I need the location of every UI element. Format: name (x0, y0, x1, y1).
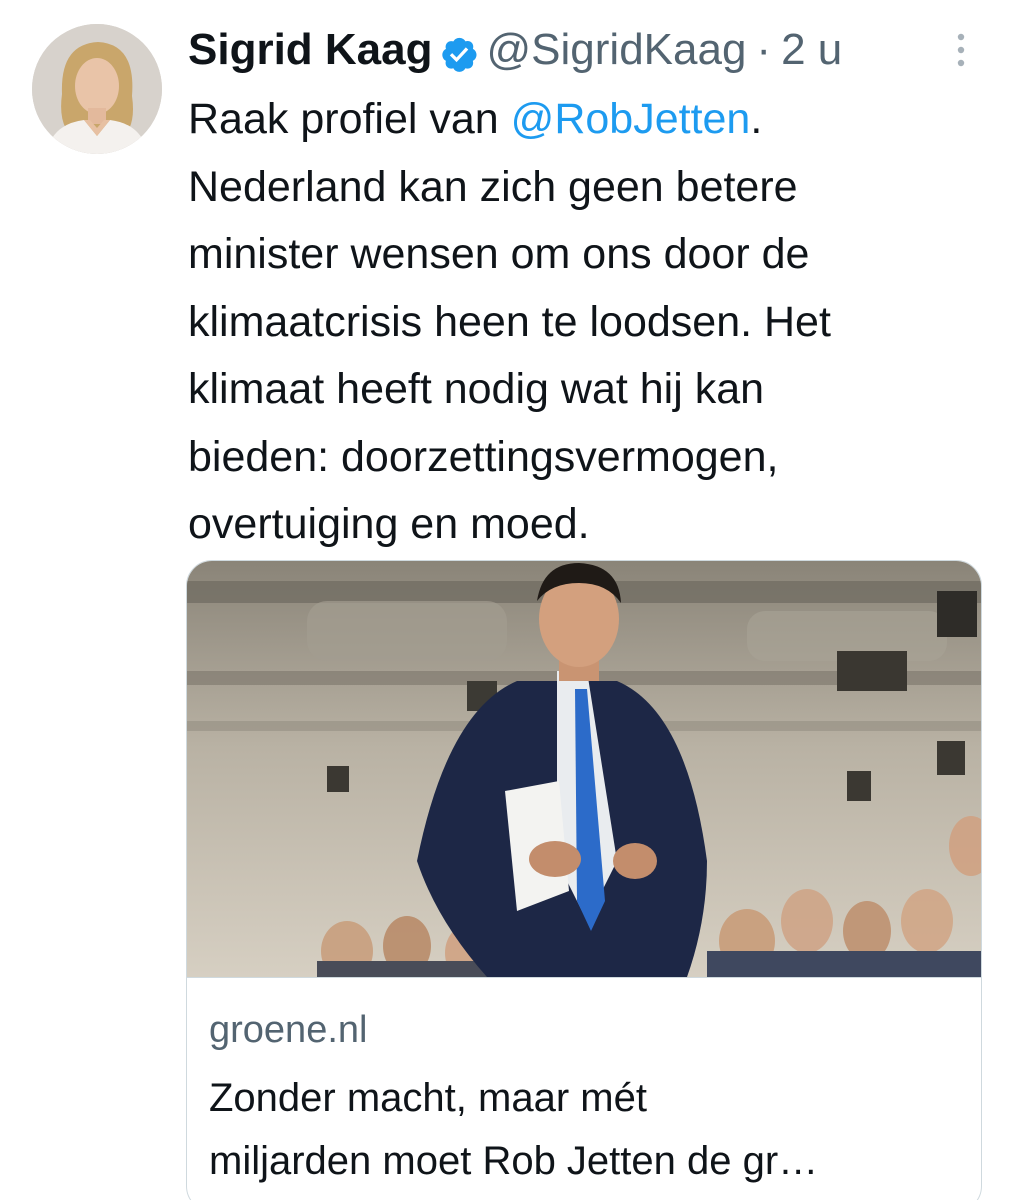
mention-link[interactable]: @RobJetten (511, 95, 751, 143)
avatar[interactable] (32, 24, 162, 154)
tweet-line: Nederland kan zich geen betere (188, 162, 798, 211)
more-vertical-icon[interactable] (954, 32, 968, 68)
tweet-text-segment: Raak profiel van (188, 95, 511, 143)
verified-badge-icon (439, 30, 479, 72)
tweet-line: minister wensen om ons door de (188, 230, 810, 278)
tweet[interactable]: Sigrid Kaag @SigridKaag · 2 u Raak profi… (0, 0, 1009, 1200)
tweet-line: overtuiging en moed. (188, 500, 590, 548)
card-title[interactable]: Zonder macht, maar mét miljarden moet Ro… (209, 1067, 969, 1193)
tweet-text: Raak profiel van @RobJetten. Nederland k… (188, 86, 978, 559)
card-title-line: miljarden moet Rob Jetten de gr… (209, 1139, 819, 1183)
author-name[interactable]: Sigrid Kaag (188, 20, 433, 80)
tweet-line: klimaat heeft nodig wat hij kan (188, 365, 765, 413)
author-handle[interactable]: @SigridKaag (487, 20, 747, 80)
tweet-header: Sigrid Kaag @SigridKaag · 2 u (188, 20, 842, 80)
tweet-line: klimaatcrisis heen te loodsen. Het (188, 297, 831, 346)
separator-dot: · (756, 25, 772, 74)
tweet-line: bieden: doorzettingsvermogen, (188, 432, 779, 481)
tweet-text-segment: . (750, 95, 763, 143)
tweet-line: Raak profiel van @RobJetten. (188, 86, 978, 154)
timestamp[interactable]: 2 u (781, 20, 842, 80)
link-preview-card[interactable]: groene.nl Zonder macht, maar mét miljard… (186, 560, 982, 1200)
card-domain: groene.nl (209, 1009, 368, 1051)
card-title-line: Zonder macht, maar mét (209, 1076, 647, 1120)
link-preview-image[interactable] (187, 561, 981, 978)
